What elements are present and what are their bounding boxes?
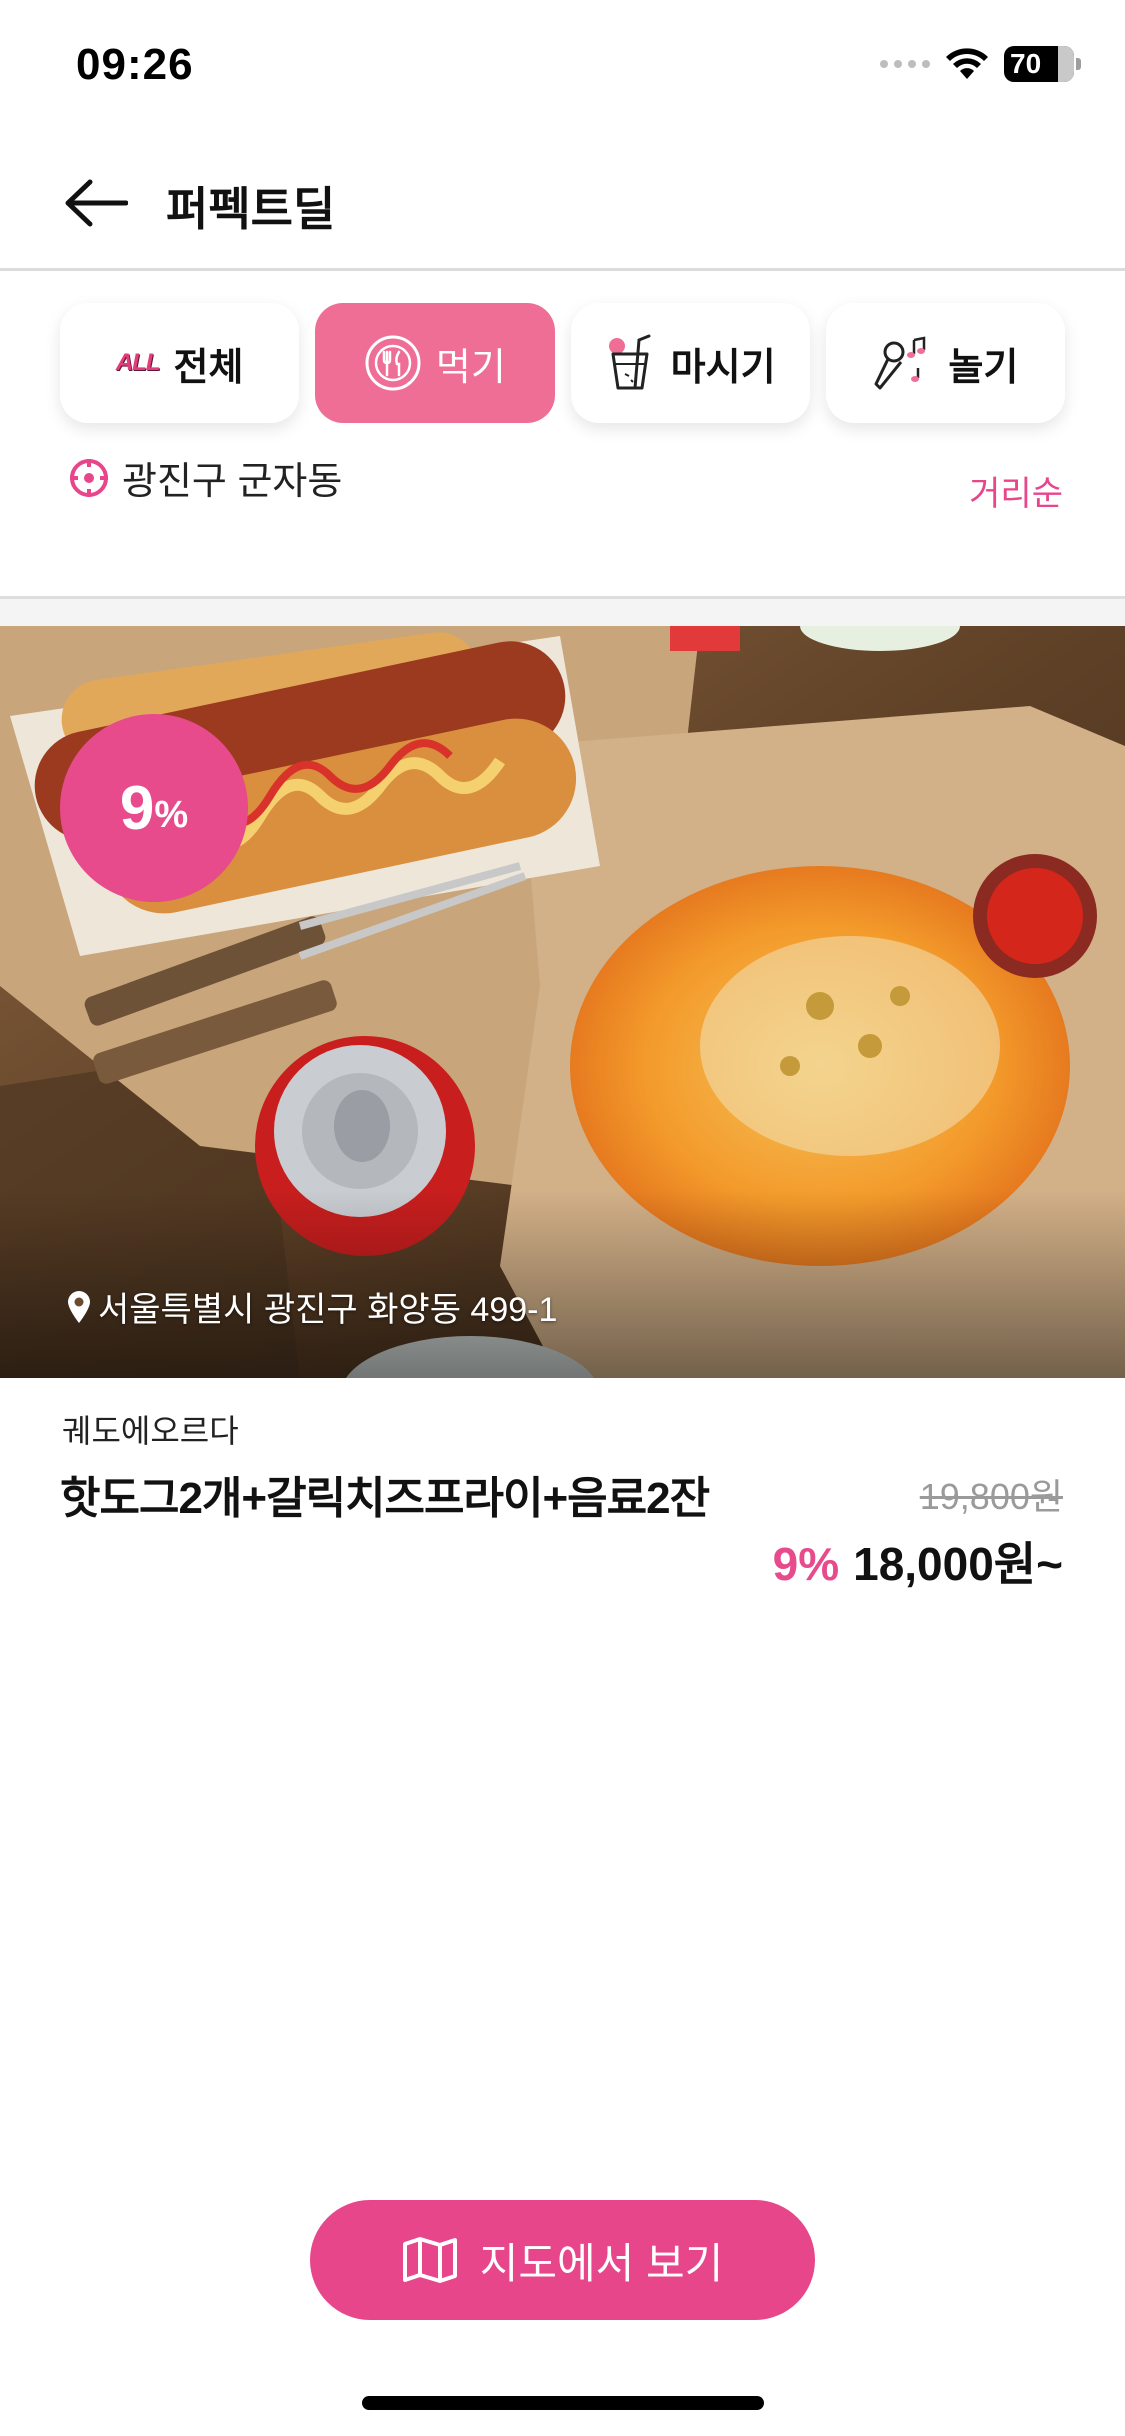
home-indicator[interactable] [362, 2396, 764, 2410]
section-divider [0, 596, 1125, 626]
category-tabs: ALL 전체 먹기 마시기 놀기 [60, 303, 1065, 423]
page-title: 퍼펙트딜 [166, 183, 336, 235]
deal-image: 9 % 서울특별시 광진구 화양동 499-1 [0, 626, 1125, 1378]
sale-price: 18,000원~ [853, 1538, 1063, 1590]
map-pin-icon [68, 1290, 90, 1323]
tab-label: 전체 [173, 346, 244, 389]
deal-address: 서울특별시 광진구 화양동 499-1 [66, 1282, 557, 1331]
header: 퍼펙트딜 [0, 135, 1125, 271]
tab-label: 마시기 [670, 346, 776, 389]
plate-cutlery-icon [364, 334, 422, 392]
store-name: 궤도에오르다 [62, 1413, 239, 1449]
location-text: 광진구 군자동 [122, 461, 343, 503]
deal-card[interactable]: 9 % 서울특별시 광진구 화양동 499-1 궤도에오르다 핫도그2개+갈릭치… [0, 626, 1125, 1590]
discount-symbol: % [154, 793, 189, 836]
deal-title: 핫도그2개+갈릭치즈프라이+음료2잔 [60, 1474, 710, 1523]
cellular-signal-icon [880, 60, 930, 68]
status-bar: 09:26 70 [0, 0, 1125, 135]
battery-level: 70 [1010, 48, 1042, 79]
microphone-icon [872, 334, 934, 392]
sort-button[interactable]: 거리순 [969, 466, 1063, 515]
tab-all[interactable]: ALL 전체 [60, 303, 300, 423]
tab-eat[interactable]: 먹기 [315, 303, 555, 423]
battery-icon: 70 [1004, 46, 1074, 82]
map-icon [402, 2237, 457, 2283]
location-target-icon [70, 458, 108, 497]
view-map-button[interactable]: 지도에서 보기 [310, 2200, 815, 2320]
discount-number: 9 [119, 773, 155, 843]
view-map-label: 지도에서 보기 [479, 2239, 724, 2287]
original-price: 19,800원 [919, 1476, 1063, 1517]
status-indicators: 70 [880, 46, 1081, 82]
status-time: 09:26 [76, 40, 194, 89]
tab-label: 놀기 [948, 346, 1019, 389]
back-button[interactable] [58, 171, 134, 235]
address-text: 서울특별시 광진구 화양동 499-1 [98, 1291, 558, 1329]
location-selector[interactable]: 광진구 군자동 [68, 450, 342, 505]
all-icon: ALL [115, 349, 161, 376]
tab-play[interactable]: 놀기 [825, 303, 1065, 423]
price-discount-rate: 9% [772, 1538, 840, 1590]
discount-badge: 9 % [60, 714, 248, 902]
price-row: 9% 18,000원~ [773, 1528, 1063, 1594]
arrow-left-icon [65, 179, 128, 227]
drink-cup-icon [605, 334, 657, 392]
tab-label: 먹기 [435, 346, 506, 389]
wifi-icon [946, 48, 988, 79]
tab-drink[interactable]: 마시기 [570, 303, 810, 423]
